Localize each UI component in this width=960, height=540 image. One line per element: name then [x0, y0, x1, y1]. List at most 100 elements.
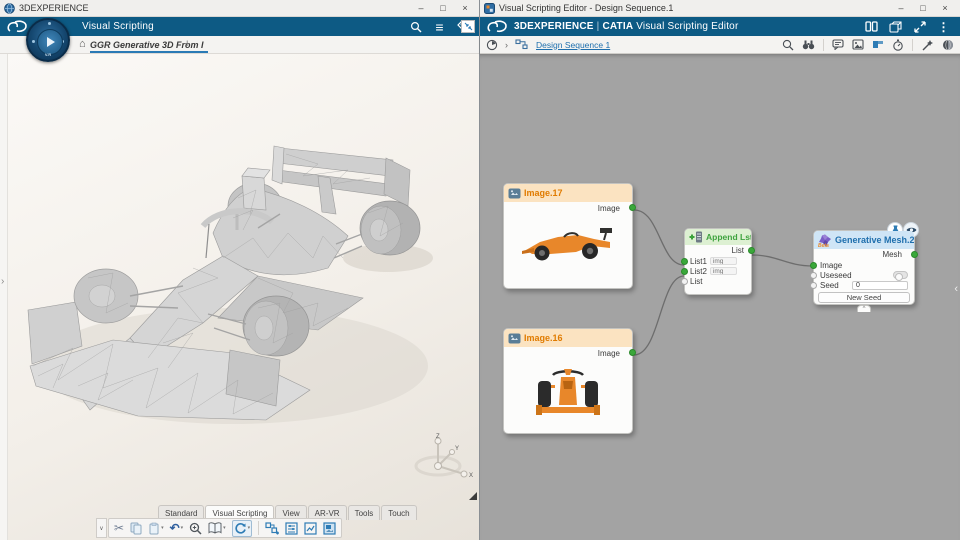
- kebab-menu-icon[interactable]: ⋮: [937, 20, 950, 33]
- image17-thumbnail: [504, 220, 632, 266]
- input-port-useseed[interactable]: [810, 271, 817, 279]
- right-window-title: Visual Scripting Editor - Design Sequenc…: [499, 3, 674, 13]
- add-node-icon[interactable]: [265, 521, 280, 535]
- fullscreen-icon[interactable]: [913, 20, 926, 33]
- search-icon[interactable]: [409, 20, 422, 33]
- history-icon[interactable]: [486, 39, 498, 51]
- node-graph-canvas[interactable]: Image.17 Image Image.16 Image Append Ls …: [480, 54, 960, 540]
- input-port-list2[interactable]: [681, 267, 688, 275]
- home-icon[interactable]: ⌂: [79, 38, 86, 50]
- wire-list-to-image: [751, 254, 814, 267]
- zoom-area-icon[interactable]: [189, 522, 202, 535]
- port-label-list2: List2: [690, 266, 707, 276]
- node-image16[interactable]: Image.16 Image: [503, 328, 636, 434]
- window-3dexperience: 3DEXPERIENCE – □ × Visual Scripting ≡ V.…: [0, 0, 481, 540]
- input-port-seed[interactable]: [810, 281, 817, 289]
- brand-name: 3DEXPERIENCE: [514, 21, 594, 32]
- editor-name: Visual Scripting Editor: [636, 21, 739, 32]
- toolbar-separator: [823, 38, 824, 51]
- close-button[interactable]: ×: [454, 3, 476, 13]
- new-seed-button[interactable]: New Seed: [818, 292, 910, 303]
- image-panel-icon[interactable]: [852, 39, 864, 50]
- port-label-list1: List1: [690, 256, 707, 266]
- minimize-button[interactable]: –: [410, 3, 432, 13]
- output-port-image[interactable]: [629, 349, 636, 356]
- expand-left-panel-icon[interactable]: ›: [1, 276, 4, 287]
- side-panel-strip: [0, 54, 8, 540]
- port-label-image: Image: [597, 348, 620, 358]
- list1-value-input[interactable]: [709, 257, 737, 265]
- pen-cursor-icon: [469, 492, 477, 500]
- node-append-lists[interactable]: Append Lsts List List1 List2: [681, 228, 755, 295]
- bottom-tab-tools[interactable]: Tools: [347, 505, 381, 520]
- cut-icon[interactable]: ✂: [114, 522, 124, 534]
- split-view-icon[interactable]: [865, 20, 878, 33]
- menu-icon[interactable]: ≡: [433, 20, 446, 34]
- node-title: Image.17: [524, 188, 563, 198]
- dropdown-caret[interactable]: ▾: [181, 525, 184, 531]
- 3d-viewport[interactable]: › Z X Y Standard Visual Scripting View A…: [0, 54, 480, 540]
- cube-window-icon[interactable]: [889, 20, 902, 33]
- script-graph-icon[interactable]: [515, 39, 529, 50]
- dropdown-caret[interactable]: ▾: [223, 525, 226, 531]
- globe-icon[interactable]: [942, 39, 954, 51]
- node-title: Append Lsts: [706, 232, 751, 242]
- input-port-list1[interactable]: [681, 257, 688, 265]
- dropdown-caret[interactable]: ▾: [161, 525, 164, 531]
- minimize-button[interactable]: –: [890, 3, 912, 13]
- new-tab-button[interactable]: +: [184, 38, 190, 50]
- paste-icon[interactable]: ▾: [148, 522, 164, 535]
- svg-text:X: X: [469, 473, 473, 479]
- port-label-mesh: Mesh: [882, 250, 902, 259]
- search-binoculars-icon[interactable]: [802, 39, 815, 50]
- dropdown-caret[interactable]: ▾: [248, 525, 251, 531]
- collapse-panel-icon[interactable]: [461, 20, 475, 33]
- node-expand-chevron[interactable]: ^: [857, 305, 871, 312]
- pin-pointer-icon[interactable]: [872, 39, 884, 50]
- node-generative-mesh[interactable]: Generative Mesh.2 Beta Mesh Image Usesee…: [810, 222, 919, 312]
- toolbar-overflow-icon[interactable]: ∨: [96, 518, 107, 538]
- stopwatch-icon[interactable]: [892, 39, 904, 51]
- document-tab-bar: ⌂ GGR Generative 3D From I +: [0, 36, 480, 54]
- magic-wand-icon[interactable]: [921, 39, 934, 51]
- left-titlebar: 3DEXPERIENCE – □ ×: [0, 0, 480, 17]
- 3dexperience-compass[interactable]: V.R: [26, 18, 70, 62]
- catalog-book-icon[interactable]: ▾: [208, 522, 226, 534]
- output-port-mesh[interactable]: [911, 251, 918, 258]
- brand-divider: |: [596, 21, 600, 32]
- output-port-image[interactable]: [629, 204, 636, 211]
- update-icon[interactable]: ▾: [231, 519, 253, 537]
- node-title: Generative Mesh.2: [835, 235, 914, 245]
- parameters-panel-icon[interactable]: [285, 521, 298, 535]
- play-icon: [47, 37, 55, 47]
- editor-app-icon: [484, 2, 495, 14]
- zoom-icon[interactable]: [782, 39, 794, 51]
- chart-view-icon[interactable]: [304, 521, 317, 535]
- input-port-list-variadic[interactable]: [681, 277, 688, 285]
- list2-value-input[interactable]: [709, 267, 737, 275]
- breadcrumb-doc-link[interactable]: Design Sequence 1: [536, 40, 610, 50]
- maximize-button[interactable]: □: [912, 3, 934, 13]
- window-visual-scripting-editor: Visual Scripting Editor - Design Sequenc…: [479, 0, 960, 540]
- undo-icon[interactable]: ↶ ▾: [170, 522, 184, 534]
- input-port-image[interactable]: [810, 261, 817, 269]
- port-label-list: List: [690, 276, 703, 286]
- toolbar-separator: [258, 521, 260, 535]
- close-button[interactable]: ×: [934, 3, 956, 13]
- seed-value-input[interactable]: [852, 280, 908, 290]
- media-view-icon[interactable]: [323, 521, 336, 535]
- append-node-icon: [689, 231, 703, 243]
- output-port-list[interactable]: [748, 247, 755, 254]
- port-label-image: Image: [597, 203, 620, 213]
- comment-icon[interactable]: [832, 39, 844, 50]
- svg-text:Y: Y: [455, 446, 459, 452]
- node-image17[interactable]: Image.17 Image: [503, 183, 636, 289]
- f1-car-mesh-model: [27, 145, 433, 424]
- expand-right-panel-icon[interactable]: ‹: [954, 283, 958, 295]
- maximize-button[interactable]: □: [432, 3, 454, 13]
- useseed-toggle[interactable]: [893, 271, 908, 281]
- right-titlebar: Visual Scripting Editor - Design Sequenc…: [480, 0, 960, 17]
- bottom-tab-touch[interactable]: Touch: [381, 505, 417, 520]
- copy-icon[interactable]: [130, 522, 142, 535]
- breadcrumb-chevron-icon: ›: [505, 39, 508, 50]
